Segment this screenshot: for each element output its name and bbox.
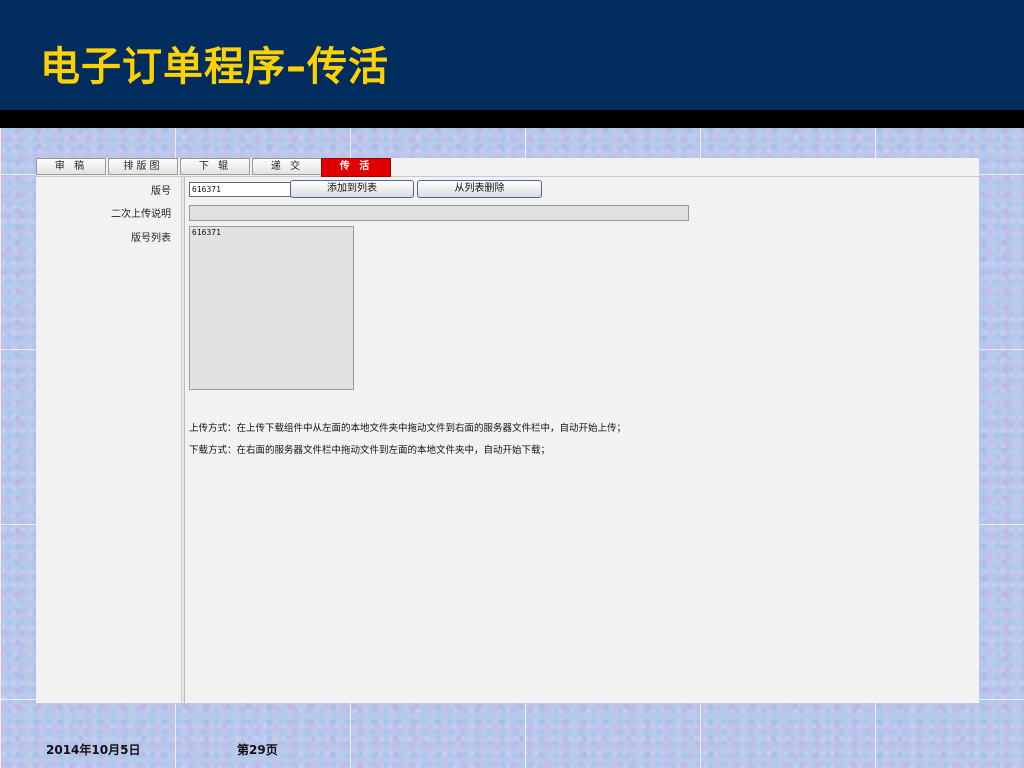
tab-bar: 审 稿 排版图 下 辊 递 交 传 活 [36,158,979,177]
slide-title: 电子订单程序–传活 [40,44,389,90]
edition-label: 版号 [151,186,171,197]
tab-transfer[interactable]: 传 活 [321,158,391,177]
list-item[interactable]: 616371 [191,228,222,237]
remove-from-list-button[interactable]: 从列表删除 [417,180,542,198]
header-divider-bar [0,110,1024,128]
splitter-handle[interactable] [181,177,185,703]
tab-layout[interactable]: 排版图 [108,158,178,175]
tab-roller[interactable]: 下 辊 [180,158,250,175]
add-to-list-button[interactable]: 添加到列表 [290,180,414,198]
note-label: 二次上传说明 [111,209,171,220]
upload-instructions: 上传方式：在上传下载组件中从左面的本地文件夹中拖动文件到右面的服务器文件栏中，自… [189,423,627,434]
edition-list-label: 版号列表 [131,233,171,244]
download-instructions: 下载方式：在右面的服务器文件栏中拖动文件到左面的本地文件夹中，自动开始下载； [189,445,551,456]
footer-page-number: 第29页 [237,743,278,757]
footer-date: 2014年10月5日 [46,743,141,757]
tab-review[interactable]: 审 稿 [36,158,106,175]
edition-input[interactable]: 616371 [189,182,295,197]
reupload-note-input[interactable] [189,205,689,221]
label-column: 版号 二次上传说明 版号列表 [36,177,181,703]
slide-header: 电子订单程序–传活 [0,0,1024,110]
tab-submit[interactable]: 递 交 [252,158,322,175]
edition-listbox[interactable]: 616371 [189,226,354,390]
app-window: 审 稿 排版图 下 辊 递 交 传 活 版号 二次上传说明 版号列表 61637… [36,158,979,703]
